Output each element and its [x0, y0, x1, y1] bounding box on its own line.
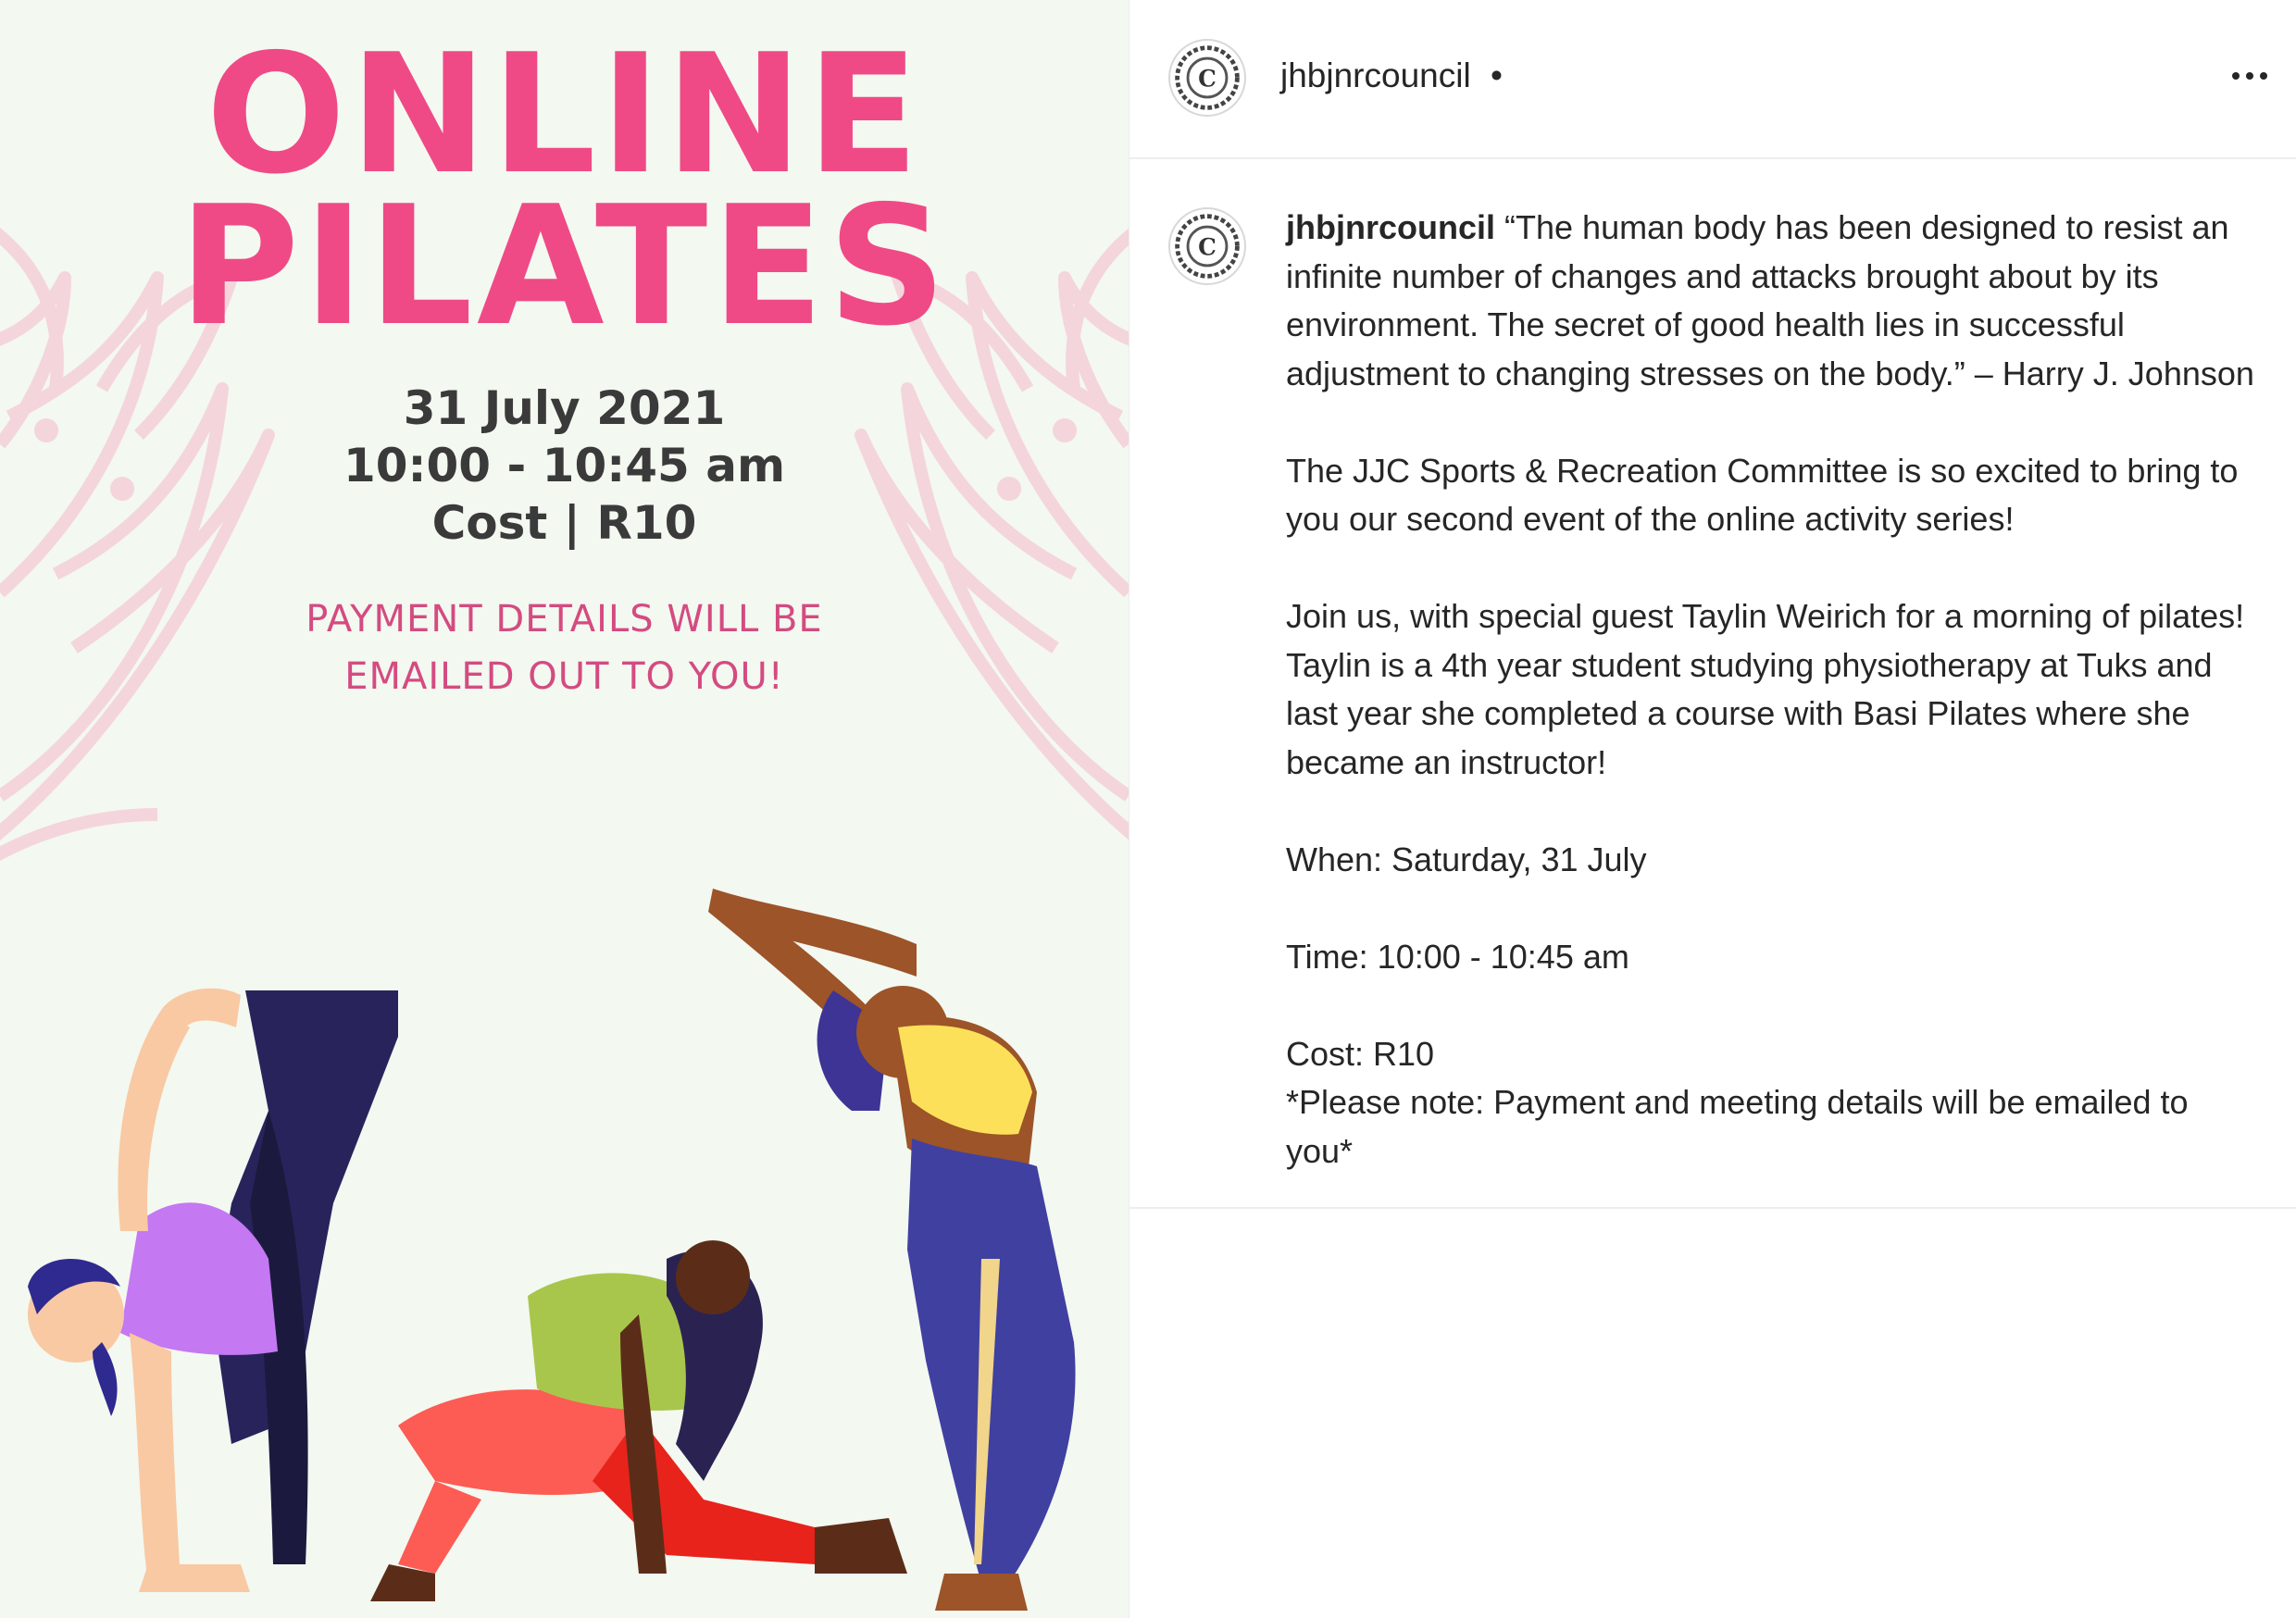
poster-time: 10:00 - 10:45 am	[343, 439, 786, 492]
caption-username-link[interactable]: jhbjnrcouncil	[1286, 208, 1495, 246]
caption-line: Join us, with special guest Taylin Weiri…	[1286, 597, 2245, 635]
more-dot	[2232, 72, 2240, 80]
caption-line: Cost: R10	[1286, 1034, 1435, 1073]
caption-line: Taylin is a 4th year student studying ph…	[1286, 645, 2213, 684]
more-dot	[2246, 72, 2253, 80]
caption-line: When: Saturday, 31 July	[1286, 840, 1647, 878]
caption-line-text: “The human body has been designed to res…	[1504, 208, 2229, 246]
poster-title-line-2: PILATES	[178, 170, 951, 362]
council-logo-icon[interactable]: C	[1168, 207, 1246, 285]
poster-cost: Cost | R10	[431, 496, 697, 550]
caption-line: Time: 10:00 - 10:45 am	[1286, 937, 1629, 976]
svg-text:C: C	[1198, 66, 1217, 93]
poster-date: 31 July 2021	[403, 381, 726, 435]
figure-side-stretch	[708, 889, 1076, 1611]
caption-line: you*	[1286, 1131, 1354, 1170]
caption-area: C jhbjnrcouncil “The human body has been…	[1129, 161, 2296, 1209]
poster-payment-note-line-1: PAYMENT DETAILS WILL BE	[306, 598, 823, 641]
more-dot	[2260, 72, 2267, 80]
more-options-icon[interactable]	[2222, 54, 2277, 98]
post-header: C jhbjnrcouncil •	[1129, 0, 2296, 159]
caption-line: last year she completed a course with Ba…	[1286, 694, 2190, 732]
post-image[interactable]: ONLINE PILATES 31 July 2021 10:00 - 10:4…	[0, 0, 1129, 1618]
council-logo-icon[interactable]: C	[1168, 39, 1246, 117]
caption-line: you our second event of the online activ…	[1286, 500, 2015, 538]
caption-line: jhbjnrcouncil “The human body has been d…	[1286, 204, 2277, 253]
header-username-link[interactable]: jhbjnrcouncil	[1280, 54, 1471, 98]
figure-standing-split	[28, 988, 398, 1592]
caption-line: infinite number of changes and attacks b…	[1286, 256, 2159, 295]
caption-line: adjustment to changing stresses on the b…	[1286, 354, 2254, 392]
caption-line: *Please note: Payment and meeting detail…	[1286, 1083, 2189, 1121]
poster-payment-note-line-2: EMAILED OUT TO YOU!	[344, 655, 784, 698]
caption-line: environment. The secret of good health l…	[1286, 305, 2125, 343]
svg-text:C: C	[1198, 234, 1217, 261]
caption-line: became an instructor!	[1286, 742, 1607, 781]
post-details-panel: C jhbjnrcouncil • C jhbjnrcouncil “The h…	[1129, 0, 2296, 1618]
figure-lunge	[370, 1240, 907, 1601]
instagram-post-view: ONLINE PILATES 31 July 2021 10:00 - 10:4…	[0, 0, 2296, 1618]
caption-line: The JJC Sports & Recreation Committee is…	[1286, 451, 2239, 490]
caption-text: jhbjnrcouncil “The human body has been d…	[1286, 204, 2277, 1176]
header-separator: •	[1491, 56, 1503, 94]
